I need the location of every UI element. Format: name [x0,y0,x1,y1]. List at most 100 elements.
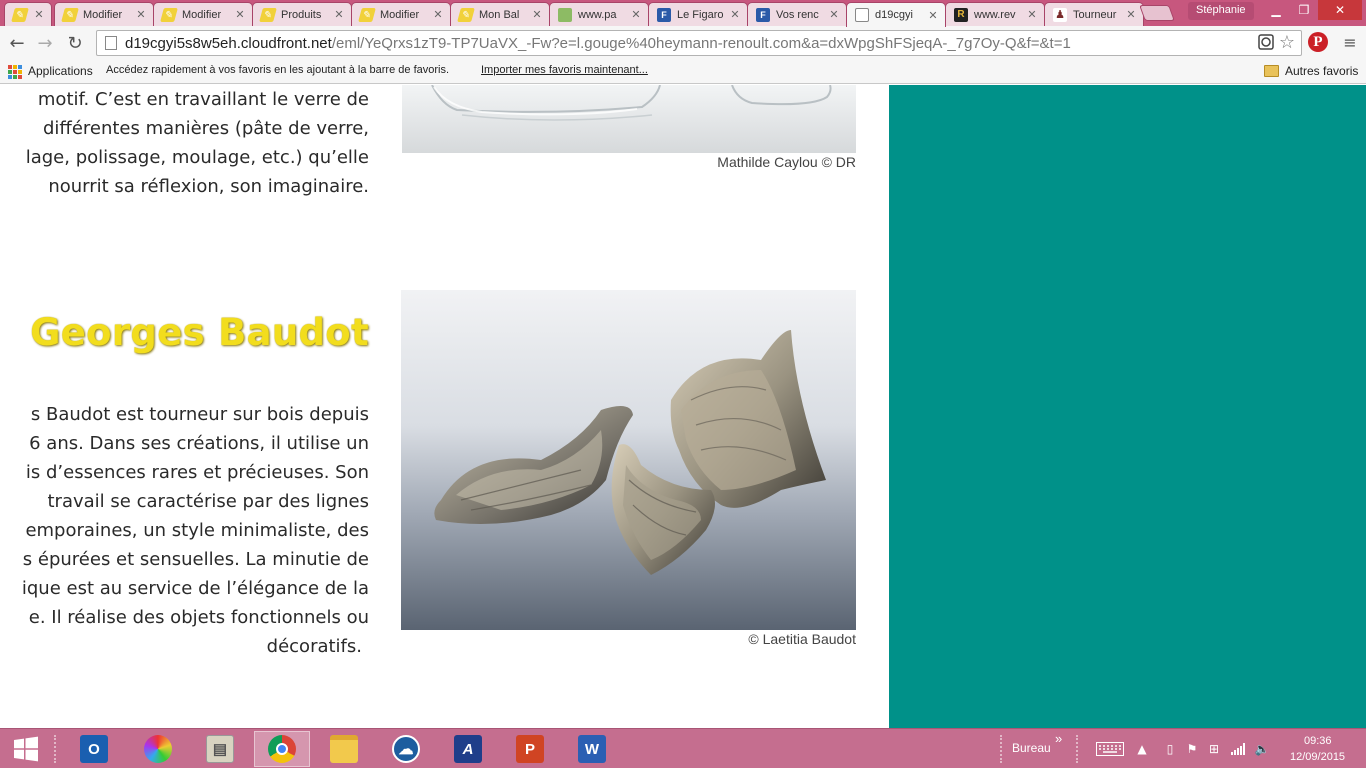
clock-time[interactable]: 09:36 [1304,735,1332,747]
glass-artwork-photo [402,85,856,153]
keyboard-icon[interactable] [1096,741,1124,757]
bookmarks-hint: Accédez rapidement à vos favoris en les … [106,64,450,76]
wooden-bowls-photo [401,290,856,630]
tab-label: Le Figaro [677,8,724,21]
tab-1[interactable]: ✎ Modifier ✕ [54,2,154,26]
tab-label: d19cgyi [875,9,913,21]
battery-icon[interactable]: ▯ [1162,741,1178,757]
windows-tray-icon[interactable]: ⊞ [1206,741,1222,757]
restore-icon[interactable]: ❐ [1290,0,1318,20]
close-icon[interactable]: ✕ [135,8,147,21]
photo-caption: Mathilde Caylou © DR [717,154,856,170]
figaro-icon: F [657,7,671,22]
import-bookmarks-link[interactable]: Importer mes favoris maintenant... [481,64,648,76]
tab-label: Modifier [182,8,222,21]
desktop-toolbar-label[interactable]: Bureau [1012,741,1051,755]
toolbar-chevron[interactable]: » [1055,731,1062,746]
pen-icon: ✎ [457,7,475,22]
close-icon[interactable]: ✕ [1125,8,1137,21]
taskbar-app-explorer[interactable] [316,731,372,767]
scanner-icon: ▤ [206,735,234,763]
text-line: 6 ans. Dans ses créations, il utilise un [29,433,369,454]
tab-7[interactable]: F Le Figaro ✕ [648,2,748,26]
tab-0[interactable]: ✎ ✕ [4,2,52,26]
text-line: lage, polissage, moulage, etc.) qu’elle [25,147,369,168]
apps-icon[interactable] [8,65,22,79]
taskbar-app-scanner[interactable]: ▤ [192,731,248,767]
taskbar-grip [1000,735,1004,763]
url-host: d19cgyi5s8w5eh.cloudfront.net [125,34,332,52]
close-icon[interactable]: ✕ [531,8,543,21]
show-hidden-icons[interactable]: ▲ [1134,741,1150,757]
browser-toolbar: ← → ↻ d19cgyi5s8w5eh.cloudfront.net/eml/… [0,26,1366,60]
profile-button[interactable]: Stéphanie [1188,2,1254,20]
tab-11[interactable]: ♟ Tourneur ✕ [1044,2,1144,26]
other-bookmarks[interactable]: Autres favoris [1285,64,1358,78]
minimize-icon[interactable]: ▁ [1262,0,1290,20]
extension-icon[interactable] [1256,32,1276,52]
page-content[interactable]: motif. C’est en travaillant le verre de … [0,85,1366,728]
text-line: décoratifs. [266,636,362,657]
action-center-icon[interactable]: ⚑ [1184,741,1200,757]
taskbar-app-powerpoint[interactable]: P [502,731,558,767]
taskbar-app-outlook[interactable]: O [66,731,122,767]
tab-label: Modifier [380,8,420,21]
clock-date[interactable]: 12/09/2015 [1290,751,1345,763]
tab-8[interactable]: F Vos renc ✕ [747,2,847,26]
taskbar-app-word[interactable]: W [564,731,620,767]
tab-label: Vos renc [776,8,819,21]
close-icon[interactable]: ✕ [729,8,741,21]
close-icon[interactable]: ✕ [1026,8,1038,21]
apps-link[interactable]: Applications [28,64,93,78]
close-icon[interactable]: ✕ [630,8,642,21]
taskbar-app-chrome[interactable] [254,731,310,767]
volume-icon[interactable]: 🔈 [1254,741,1270,757]
tab-2[interactable]: ✎ Modifier ✕ [153,2,253,26]
new-tab-button[interactable] [1139,5,1175,21]
tab-label: Modifier [83,8,123,21]
turner-icon: ♟ [1053,7,1067,22]
tab-label: Produits [281,8,322,21]
close-icon[interactable]: ✕ [828,8,840,21]
windows-icon [14,736,38,762]
close-icon[interactable]: ✕ [432,8,444,21]
forward-icon[interactable]: → [34,32,56,54]
taskbar-app-color[interactable] [130,731,186,767]
network-icon[interactable] [1230,741,1246,757]
tab-9-active[interactable]: d19cgyi ✕ [846,2,946,27]
taskbar-app-cloud[interactable]: ☁ [378,731,434,767]
close-icon[interactable]: ✕ [927,9,939,22]
tab-10[interactable]: R www.rev ✕ [945,2,1045,26]
tab-5[interactable]: ✎ Mon Bal ✕ [450,2,550,26]
teal-side-panel [889,85,1366,728]
text-line: travail se caractérise par des lignes [47,491,370,512]
address-bar[interactable]: d19cgyi5s8w5eh.cloudfront.net/eml/YeQrxs… [96,30,1302,56]
url-path: /eml/YeQrxs1zT9-TP7UaVX_-Fw?e=l.gouge%40… [331,34,1071,52]
tab-3[interactable]: ✎ Produits ✕ [252,2,352,26]
taskbar-grip [1076,735,1080,763]
folder-icon [1264,65,1279,77]
chrome-icon [268,735,296,763]
tab-6[interactable]: www.pa ✕ [549,2,649,26]
artist-heading: Georges Baudot [30,311,369,354]
back-icon[interactable]: ← [6,32,28,54]
paragraph-baudot: s Baudot est tourneur sur bois depuis 6 … [0,400,369,661]
star-icon[interactable]: ☆ [1277,32,1297,53]
reload-icon[interactable]: ↻ [64,32,86,54]
taskbar-app-autodesk[interactable]: A [440,731,496,767]
pen-icon: ✎ [160,7,178,22]
tab-4[interactable]: ✎ Modifier ✕ [351,2,451,26]
explorer-icon [330,735,358,763]
text-line: motif. C’est en travaillant le verre de [37,89,369,110]
tab-label: www.pa [578,8,617,21]
close-icon[interactable]: ✕ [234,8,246,21]
pinterest-icon[interactable]: P [1308,32,1328,52]
window-close-icon[interactable]: ✕ [1318,0,1362,20]
menu-icon[interactable]: ≡ [1340,32,1360,52]
close-icon[interactable]: ✕ [333,8,345,21]
start-button[interactable] [6,731,46,767]
pen-icon: ✎ [61,7,79,22]
tab-label: Mon Bal [479,8,520,21]
autodesk-icon: A [454,735,482,763]
close-icon[interactable]: ✕ [33,8,45,21]
